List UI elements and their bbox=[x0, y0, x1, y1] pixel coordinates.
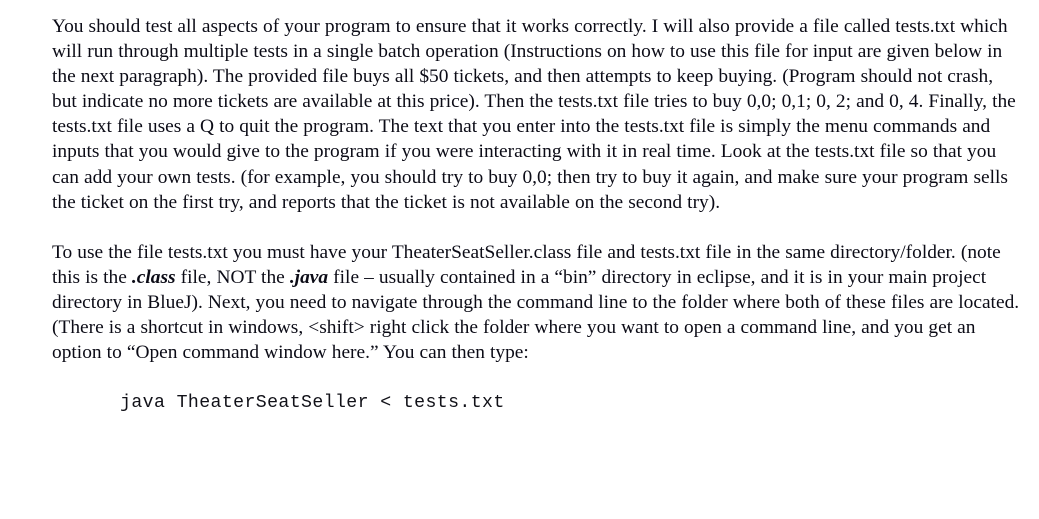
paragraph-text-part-2: file, NOT the bbox=[175, 266, 290, 288]
emphasis-class-extension: .class bbox=[131, 266, 176, 288]
document-page: You should test all aspects of your prog… bbox=[0, 0, 1039, 519]
code-spacer bbox=[52, 365, 1020, 391]
paragraph-testing-instructions: You should test all aspects of your prog… bbox=[52, 14, 1020, 215]
paragraph-file-usage-instructions: To use the file tests.txt you must have … bbox=[52, 240, 1020, 365]
paragraph-text: You should test all aspects of your prog… bbox=[52, 16, 1016, 213]
emphasis-java-extension: .java bbox=[289, 266, 329, 288]
code-block-run-command: java TheaterSeatSeller < tests.txt bbox=[120, 393, 505, 414]
